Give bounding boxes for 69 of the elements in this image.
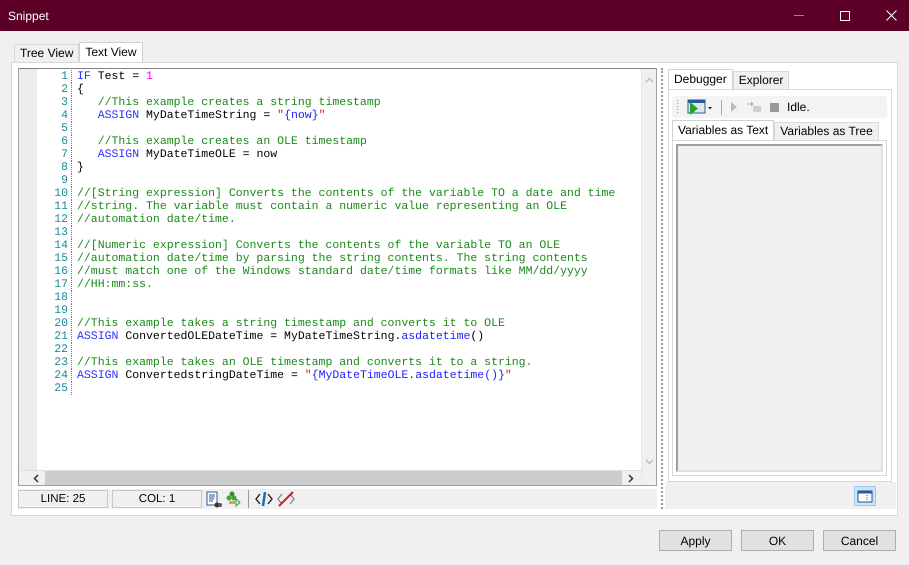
code-line: //automation date/time. (76, 213, 236, 226)
dialog-button[interactable]: Cancel (823, 530, 896, 551)
line-number: 12 (37, 213, 72, 226)
code-line: { (76, 83, 84, 96)
code-line: //must match one of the Windows standard date/time formats like MM/dd/yyyy (76, 265, 588, 278)
line-number: 18 (37, 291, 72, 304)
code-line: //This example takes an OLE timestamp and converts it to a string. (76, 356, 532, 369)
stop-icon[interactable] (770, 102, 779, 112)
pane-tab[interactable]: Explorer (732, 71, 790, 89)
line-number: 24 (37, 369, 72, 382)
line-number: 15 (37, 252, 72, 265)
code-line: //This example creates an OLE timestamp (96, 135, 367, 148)
code-line: ASSIGN ConvertedOLEDateTime = MyDateTimeString.asdatetime() (76, 330, 484, 343)
line-number: 21 (37, 330, 72, 343)
document-search-icon[interactable] (206, 490, 222, 508)
step-icon[interactable] (746, 101, 762, 113)
code-line: //This example takes a string timestamp and converts it to OLE (76, 317, 505, 330)
minimize-icon[interactable] (794, 14, 804, 16)
code-line: ASSIGN ConvertedstringDateTime = "{MyDateTimeOLE.asdatetime()}" (76, 369, 512, 382)
line-number: 4 (37, 109, 72, 122)
line-number: 13 (37, 226, 72, 239)
view-tab[interactable]: Tree View (14, 44, 80, 62)
line-number: 10 (37, 187, 72, 200)
line-number: 3 (37, 96, 72, 109)
line-number: 23 (37, 356, 72, 369)
line-number: 25 (37, 382, 72, 395)
line-indicator: LINE: 25 (18, 490, 108, 508)
maximize-icon[interactable] (840, 10, 850, 20)
toolbar-grip-icon (676, 99, 679, 115)
code-line: //string. The variable must contain a numeric value representing an OLE (76, 200, 567, 213)
line-number: 22 (37, 343, 72, 356)
view-tab[interactable]: Text View (79, 42, 142, 62)
line-number: 17 (37, 278, 72, 291)
line-number: 19 (37, 304, 72, 317)
line-number: 7 (37, 148, 72, 161)
code-line: //automation date/time by parsing the string contents. The string contents (76, 252, 588, 265)
column-indicator: COL: 1 (112, 490, 202, 508)
run-window-icon[interactable] (687, 99, 713, 115)
debugger-status: Idle. (787, 100, 810, 114)
code-editor[interactable] (18, 68, 657, 486)
line-number: 1 (37, 70, 72, 83)
dialog-button[interactable]: OK (741, 530, 814, 551)
window-layout-icon[interactable] (854, 486, 876, 506)
pane-tab[interactable]: Debugger (668, 69, 733, 89)
line-number: 14 (37, 239, 72, 252)
close-icon[interactable] (886, 10, 897, 21)
line-number: 9 (37, 174, 72, 187)
line-number: 5 (37, 122, 72, 135)
line-number: 20 (37, 317, 72, 330)
code-line: //[String expression] Converts the contents of the variable TO a date and time (76, 187, 616, 200)
variables-tab[interactable]: Variables as Text (672, 120, 774, 140)
line-number: 16 (37, 265, 72, 278)
code-line: IF Test = 1 (76, 70, 153, 83)
code-line: ASSIGN MyDateTimeOLE = now (96, 148, 278, 161)
code-line: ASSIGN MyDateTimeString = "{now}" (96, 109, 326, 122)
scroll-right-icon[interactable] (628, 474, 634, 483)
code-line: //HH:mm:ss. (76, 278, 153, 291)
code-line: } (76, 161, 84, 174)
line-number: 6 (37, 135, 72, 148)
variables-tab[interactable]: Variables as Tree (774, 122, 879, 140)
dialog-button[interactable]: Apply (659, 530, 732, 551)
code-line: //This example creates a string timestamp (96, 96, 381, 109)
code-line: //[Numeric expression] Converts the contents of the variable TO an OLE (76, 239, 560, 252)
run-tree-icon[interactable] (226, 491, 242, 508)
code-tag-icon[interactable] (255, 491, 273, 508)
line-number: 8 (37, 161, 72, 174)
window-title: Snippet (8, 8, 50, 22)
line-number: 2 (37, 83, 72, 96)
line-number: 11 (37, 200, 72, 213)
